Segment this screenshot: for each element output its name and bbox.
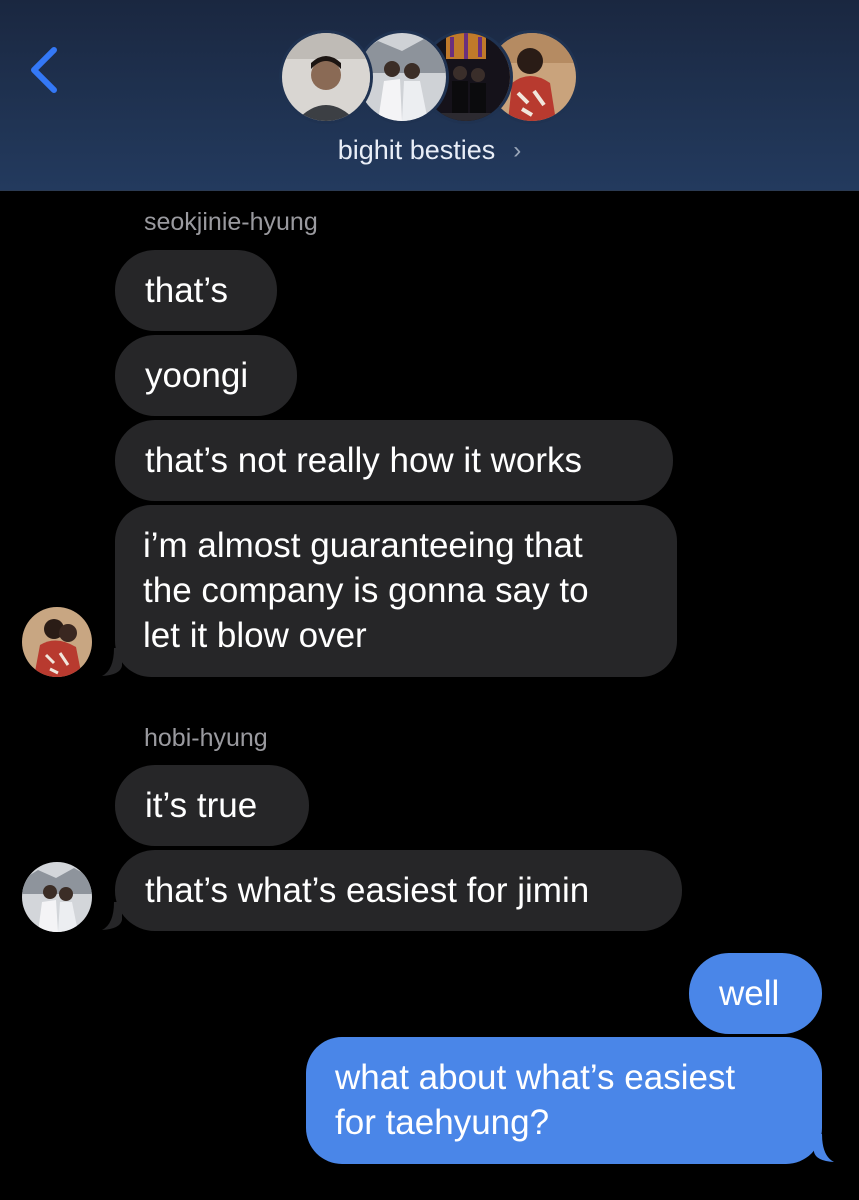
sender-avatar[interactable] — [22, 607, 92, 677]
group-name-button[interactable]: bighit besties › — [0, 135, 859, 166]
message-bubble-incoming[interactable]: that’s what’s easiest for jimin — [115, 850, 682, 931]
sender-avatar[interactable] — [22, 862, 92, 932]
message-bubble-outgoing[interactable]: well — [689, 953, 822, 1034]
message-bubble-incoming[interactable]: yoongi — [115, 335, 297, 416]
sender-name: hobi-hyung — [144, 724, 268, 752]
message-bubble-incoming[interactable]: that’s — [115, 250, 277, 331]
message-text: that’s what’s easiest for jimin — [145, 871, 590, 910]
message-bubble-incoming[interactable]: i’m almost guaranteeing that the company… — [115, 505, 677, 677]
chat-header: bighit besties › — [0, 0, 859, 191]
back-button[interactable] — [24, 40, 68, 100]
message-text-line: the company is gonna say to — [143, 571, 589, 610]
bubble-tail — [102, 902, 122, 930]
group-member-avatar — [358, 33, 446, 121]
message-text-line: for taehyung? — [335, 1103, 550, 1142]
group-name: bighit besties — [337, 135, 496, 165]
message-text-line: what about what’s easiest — [335, 1058, 736, 1097]
message-text: that’s — [145, 271, 229, 310]
bubble-tail — [814, 1134, 834, 1162]
group-avatars[interactable] — [282, 33, 582, 128]
message-text: that’s not really how it works — [145, 441, 583, 480]
message-bubble-incoming[interactable]: that’s not really how it works — [115, 420, 673, 501]
message-text-line: i’m almost guaranteeing that — [143, 526, 583, 565]
message-text: yoongi — [145, 356, 249, 395]
chevron-right-icon: › — [513, 137, 522, 164]
message-text-line: let it blow over — [143, 616, 367, 655]
message-bubble-incoming[interactable]: it’s true — [115, 765, 309, 846]
bubble-tail — [102, 648, 122, 676]
chevron-left-icon — [31, 47, 57, 93]
message-bubble-outgoing[interactable]: what about what’s easiest for taehyung? — [306, 1037, 822, 1164]
sender-name: seokjinie-hyung — [144, 208, 318, 236]
group-member-avatar — [282, 33, 370, 121]
message-text: well — [719, 974, 780, 1013]
message-text: it’s true — [145, 786, 258, 825]
